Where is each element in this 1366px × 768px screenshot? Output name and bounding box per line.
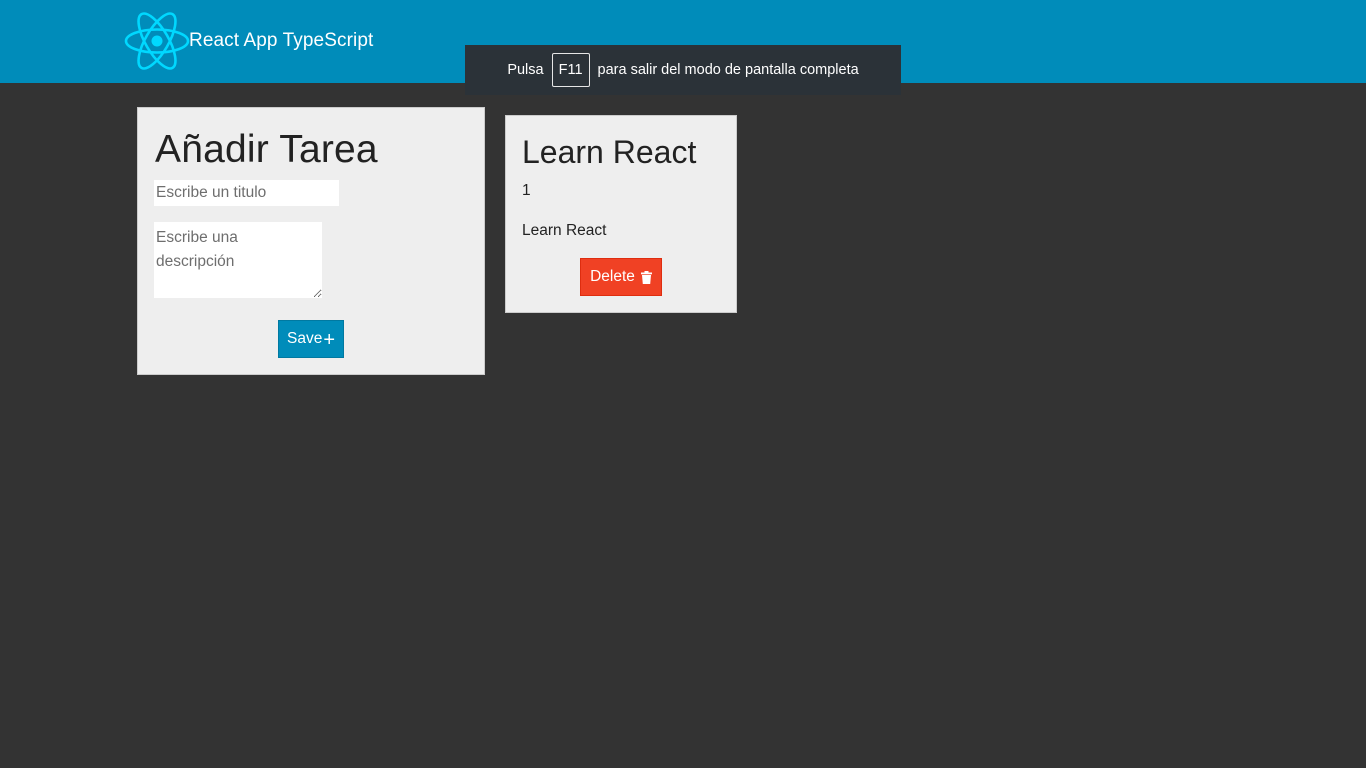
brand-title: React App TypeScript bbox=[189, 30, 374, 51]
trash-icon bbox=[640, 270, 652, 284]
task-description: Learn React bbox=[522, 222, 607, 239]
fullscreen-key-badge: F11 bbox=[551, 53, 590, 87]
task-card: Learn React 1 Learn React Delete bbox=[505, 115, 737, 313]
delete-button-label: Delete bbox=[590, 268, 635, 285]
task-title: Learn React bbox=[522, 134, 697, 170]
save-button-label: Save bbox=[286, 330, 323, 347]
task-title-input[interactable] bbox=[154, 180, 339, 206]
save-button[interactable]: Save + bbox=[278, 320, 344, 358]
add-task-card: Añadir Tarea Save + bbox=[137, 107, 485, 375]
task-description-input[interactable] bbox=[154, 222, 322, 298]
task-id: 1 bbox=[522, 182, 531, 199]
plus-icon: + bbox=[323, 328, 336, 351]
react-atom-icon bbox=[124, 10, 190, 72]
delete-button[interactable]: Delete bbox=[580, 258, 662, 296]
add-task-heading: Añadir Tarea bbox=[155, 128, 378, 171]
fullscreen-notice-prefix: Pulsa bbox=[507, 62, 544, 78]
fullscreen-notice: Pulsa F11 para salir del modo de pantall… bbox=[465, 45, 901, 95]
brand-link[interactable]: React App TypeScript bbox=[124, 10, 373, 72]
fullscreen-notice-suffix: para salir del modo de pantalla completa bbox=[597, 62, 859, 78]
